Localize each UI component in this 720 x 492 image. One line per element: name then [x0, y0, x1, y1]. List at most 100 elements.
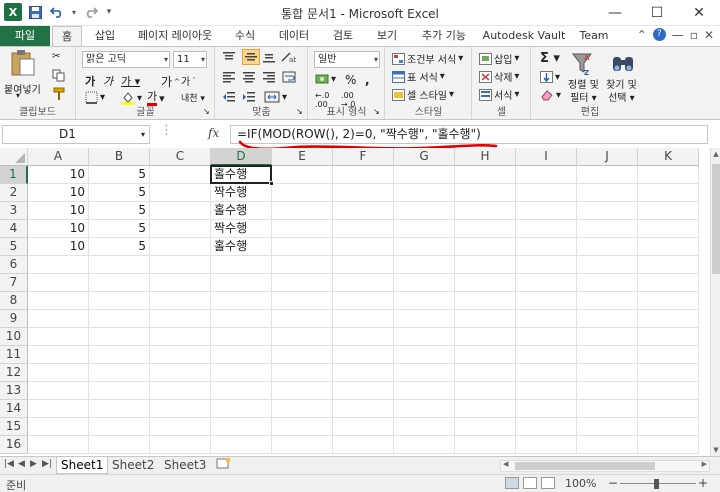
cell-c7[interactable] [150, 274, 211, 292]
cell-c14[interactable] [150, 400, 211, 418]
underline-button[interactable]: 가 ▾ [121, 73, 140, 89]
cell-j14[interactable] [577, 400, 638, 418]
cell-f7[interactable] [333, 274, 394, 292]
cell-e6[interactable] [272, 256, 333, 274]
cell-b16[interactable] [89, 436, 150, 454]
cell-d6[interactable] [211, 256, 272, 274]
tab-team[interactable]: Team [574, 26, 614, 46]
cell-i2[interactable] [516, 184, 577, 202]
cell-k13[interactable] [638, 382, 699, 400]
cell-e1[interactable] [272, 166, 333, 184]
cell-b7[interactable] [89, 274, 150, 292]
insert-sheet-icon[interactable] [212, 457, 236, 474]
cell-b12[interactable] [89, 364, 150, 382]
tab-review[interactable]: 검토 [324, 26, 362, 46]
cell-e11[interactable] [272, 346, 333, 364]
cell-d1[interactable]: 홀수행 [211, 166, 272, 184]
cell-i3[interactable] [516, 202, 577, 220]
cell-b3[interactable]: 5 [89, 202, 150, 220]
scroll-down-icon[interactable]: ▼ [711, 446, 720, 454]
cell-h14[interactable] [455, 400, 516, 418]
cell-b14[interactable] [89, 400, 150, 418]
increase-font-button[interactable]: 가 ^ [161, 73, 180, 90]
cell-f15[interactable] [333, 418, 394, 436]
format-as-table-button[interactable]: 표 서식 ▾ [392, 69, 445, 84]
scroll-up-icon[interactable]: ▲ [711, 150, 720, 158]
cell-a11[interactable] [28, 346, 89, 364]
cell-a1[interactable]: 10 [28, 166, 89, 184]
cell-d7[interactable] [211, 274, 272, 292]
cell-i4[interactable] [516, 220, 577, 238]
maximize-button[interactable]: ☐ [636, 0, 678, 26]
copy-icon[interactable] [52, 69, 66, 82]
wrap-text-icon[interactable] [282, 71, 296, 83]
clear-icon[interactable]: ▾ [540, 89, 561, 101]
cell-b11[interactable] [89, 346, 150, 364]
cell-c12[interactable] [150, 364, 211, 382]
tab-file[interactable]: 파일 [0, 26, 50, 46]
column-header-g[interactable]: G [394, 148, 455, 166]
close-button[interactable]: ✕ [678, 0, 720, 26]
cell-b13[interactable] [89, 382, 150, 400]
tab-formulas[interactable]: 수식 [226, 26, 264, 46]
zoom-slider[interactable]: − + [608, 476, 708, 490]
spreadsheet-grid[interactable]: A B C D E F G H I J K 1 10 5 홀수행 2 10 5 짝수행 3 10 5 홀수행 4 10 5 짝수행 5… [0, 148, 710, 456]
row-header-13[interactable]: 13 [0, 382, 28, 400]
fill-handle[interactable] [269, 181, 274, 186]
cell-k14[interactable] [638, 400, 699, 418]
cell-g3[interactable] [394, 202, 455, 220]
cell-a3[interactable]: 10 [28, 202, 89, 220]
column-header-j[interactable]: J [577, 148, 638, 166]
cell-d2[interactable]: 짝수행 [211, 184, 272, 202]
horizontal-scrollbar[interactable]: ◀ ▶ [500, 460, 710, 472]
minimize-button[interactable]: — [594, 0, 636, 26]
cell-c10[interactable] [150, 328, 211, 346]
orientation-icon[interactable]: ab [280, 51, 296, 63]
cell-f2[interactable] [333, 184, 394, 202]
bold-button[interactable]: 가 [85, 73, 95, 89]
cell-h5[interactable] [455, 238, 516, 256]
doc-restore-icon[interactable]: ▫ [690, 28, 698, 42]
cell-b9[interactable] [89, 310, 150, 328]
cell-j13[interactable] [577, 382, 638, 400]
cell-h3[interactable] [455, 202, 516, 220]
increase-indent-icon[interactable] [242, 91, 256, 103]
horizontal-scroll-thumb[interactable] [515, 462, 655, 470]
cell-e13[interactable] [272, 382, 333, 400]
cell-a12[interactable] [28, 364, 89, 382]
cell-b6[interactable] [89, 256, 150, 274]
font-size-select[interactable]: 11 ▾ [173, 51, 207, 68]
first-sheet-icon[interactable]: |◀ [4, 459, 14, 469]
ribbon-minimize-icon[interactable]: ⌃ [637, 28, 647, 42]
row-header-7[interactable]: 7 [0, 274, 28, 292]
cell-c6[interactable] [150, 256, 211, 274]
cell-k10[interactable] [638, 328, 699, 346]
format-cells-button[interactable]: 서식 ▾ [479, 87, 519, 102]
cell-k4[interactable] [638, 220, 699, 238]
cell-a8[interactable] [28, 292, 89, 310]
cell-a6[interactable] [28, 256, 89, 274]
italic-button[interactable]: 가 [103, 73, 113, 89]
cell-c1[interactable] [150, 166, 211, 184]
row-header-15[interactable]: 15 [0, 418, 28, 436]
column-header-a[interactable]: A [28, 148, 89, 166]
cell-b4[interactable]: 5 [89, 220, 150, 238]
cell-k5[interactable] [638, 238, 699, 256]
cell-k8[interactable] [638, 292, 699, 310]
cell-g7[interactable] [394, 274, 455, 292]
cell-f5[interactable] [333, 238, 394, 256]
cell-j5[interactable] [577, 238, 638, 256]
cell-f6[interactable] [333, 256, 394, 274]
cell-d14[interactable] [211, 400, 272, 418]
cell-i12[interactable] [516, 364, 577, 382]
accounting-format-icon[interactable]: ▾ [315, 73, 336, 85]
cell-f16[interactable] [333, 436, 394, 454]
decrease-font-button[interactable]: 가ˇ [181, 73, 196, 89]
cell-f11[interactable] [333, 346, 394, 364]
column-header-d[interactable]: D [211, 148, 272, 166]
cell-e2[interactable] [272, 184, 333, 202]
find-select-icon[interactable] [610, 51, 636, 77]
column-header-k[interactable]: K [638, 148, 699, 166]
column-header-i[interactable]: I [516, 148, 577, 166]
row-header-4[interactable]: 4 [0, 220, 28, 238]
